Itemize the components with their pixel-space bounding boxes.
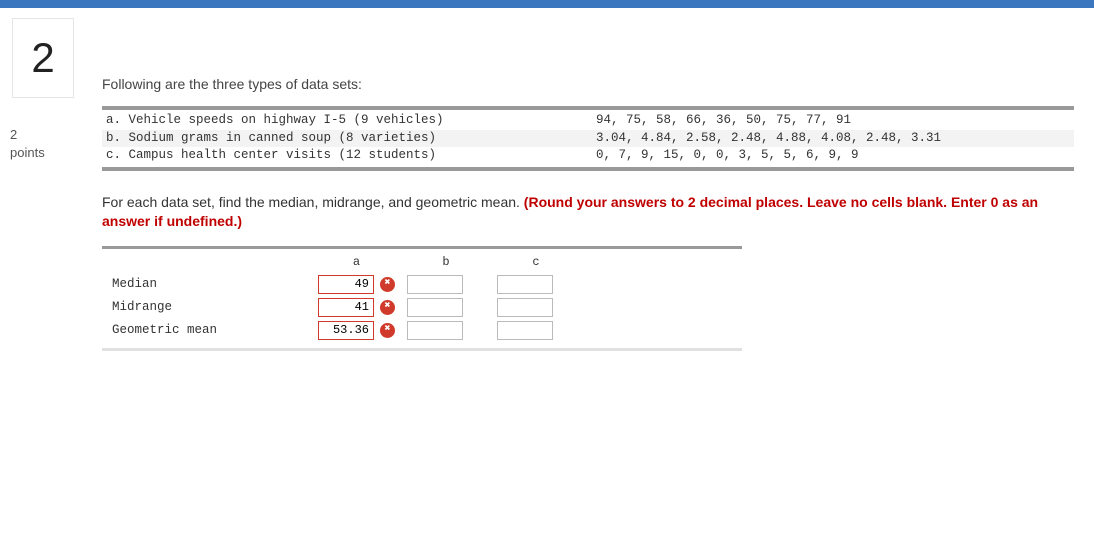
input-midrange-c[interactable]: [497, 298, 553, 317]
table-header-row: a b c: [102, 253, 581, 273]
table-row-midrange: Midrange ✖: [102, 296, 581, 319]
dataset-row-a: a. Vehicle speeds on highway I-5 (9 vehi…: [102, 112, 1074, 130]
cell-midrange-b: [401, 296, 491, 319]
points-block: 2 points: [10, 126, 102, 162]
input-median-b[interactable]: [407, 275, 463, 294]
cell-geomean-a: ✖: [312, 319, 401, 342]
row-label-midrange: Midrange: [102, 296, 312, 319]
input-geomean-c[interactable]: [497, 321, 553, 340]
row-label-median: Median: [102, 273, 312, 296]
dataset-block: a. Vehicle speeds on highway I-5 (9 vehi…: [102, 106, 1074, 171]
table-row-median: Median ✖: [102, 273, 581, 296]
wrong-icon: ✖: [380, 300, 395, 315]
cell-median-b: [401, 273, 491, 296]
table-row-geomean: Geometric mean ✖: [102, 319, 581, 342]
cell-midrange-c: [491, 296, 581, 319]
cell-midrange-a: ✖: [312, 296, 401, 319]
points-label: points: [10, 145, 45, 160]
header-col-b: b: [401, 253, 491, 273]
cell-median-c: [491, 273, 581, 296]
dataset-values: 3.04, 4.84, 2.58, 2.48, 4.88, 4.08, 2.48…: [596, 130, 1070, 148]
instruction-text: For each data set, find the median, midr…: [102, 193, 1074, 232]
row-label-geomean: Geometric mean: [102, 319, 312, 342]
top-bar: [0, 0, 1094, 8]
wrong-icon: ✖: [380, 277, 395, 292]
dataset-label: c. Campus health center visits (12 stude…: [106, 147, 596, 165]
dataset-row-c: c. Campus health center visits (12 stude…: [102, 147, 1074, 165]
input-geomean-a[interactable]: [318, 321, 374, 340]
dataset-label: a. Vehicle speeds on highway I-5 (9 vehi…: [106, 112, 596, 130]
dataset-values: 0, 7, 9, 15, 0, 0, 3, 5, 5, 6, 9, 9: [596, 147, 1070, 165]
dataset-row-b: b. Sodium grams in canned soup (8 variet…: [102, 130, 1074, 148]
input-median-c[interactable]: [497, 275, 553, 294]
question-number: 2: [31, 34, 54, 82]
answer-block: a b c Median ✖: [102, 246, 742, 351]
dataset-label: b. Sodium grams in canned soup (8 variet…: [106, 130, 596, 148]
cell-geomean-b: [401, 319, 491, 342]
cell-geomean-c: [491, 319, 581, 342]
question-container: 2 2 points Following are the three types…: [0, 8, 1094, 351]
left-column: 2 2 points: [6, 18, 102, 351]
dataset-values: 94, 75, 58, 66, 36, 50, 75, 77, 91: [596, 112, 1070, 130]
input-median-a[interactable]: [318, 275, 374, 294]
input-geomean-b[interactable]: [407, 321, 463, 340]
header-col-c: c: [491, 253, 581, 273]
points-value: 2: [10, 127, 17, 142]
answer-table: a b c Median ✖: [102, 253, 581, 342]
intro-text: Following are the three types of data se…: [102, 76, 1074, 92]
wrong-icon: ✖: [380, 323, 395, 338]
question-number-box: 2: [12, 18, 74, 98]
cell-median-a: ✖: [312, 273, 401, 296]
input-midrange-b[interactable]: [407, 298, 463, 317]
right-column: Following are the three types of data se…: [102, 18, 1094, 351]
instruction-plain: For each data set, find the median, midr…: [102, 194, 524, 210]
header-col-a: a: [312, 253, 401, 273]
header-blank: [102, 253, 312, 273]
input-midrange-a[interactable]: [318, 298, 374, 317]
